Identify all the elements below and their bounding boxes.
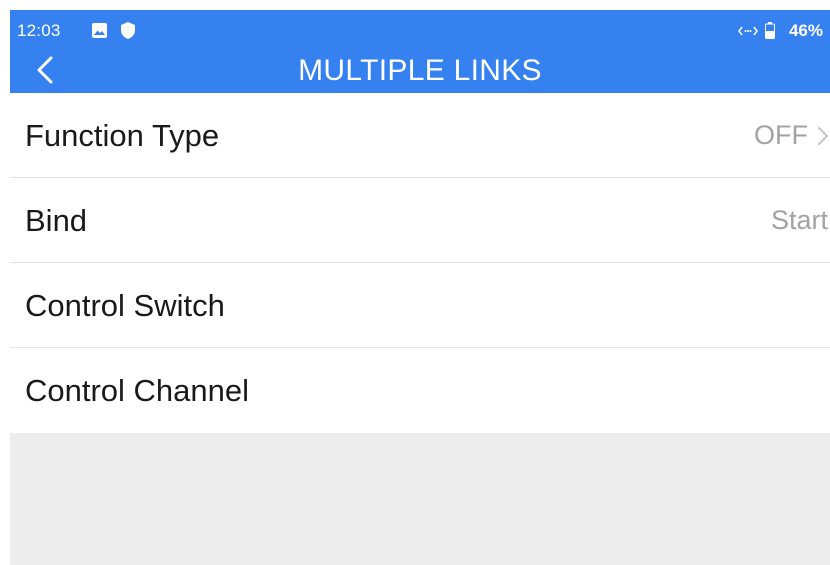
app-header: 12:03 46% MULTIPLE LINKS xyxy=(10,10,830,93)
setting-label: Function Type xyxy=(25,118,220,153)
status-time: 12:03 xyxy=(17,21,61,40)
shield-icon xyxy=(121,22,135,39)
setting-label: Control Channel xyxy=(25,373,250,408)
multiple-links-screen: 12:03 46% MULTIPLE LINKS Function Type O… xyxy=(10,10,830,565)
settings-list: Function Type OFF Bind Start Control Swi… xyxy=(10,93,830,432)
empty-area xyxy=(10,433,830,565)
setting-value[interactable]: Start xyxy=(771,178,828,263)
page-title: MULTIPLE LINKS xyxy=(298,54,542,87)
chevron-right-icon xyxy=(818,127,828,145)
status-bar: 12:03 46% xyxy=(10,10,830,50)
signal-icon xyxy=(738,26,758,36)
setting-row-bind[interactable]: Bind Start xyxy=(10,178,830,263)
setting-value: OFF xyxy=(754,120,808,150)
setting-label: Bind xyxy=(25,203,88,238)
battery-icon xyxy=(765,22,775,39)
gallery-icon xyxy=(92,23,107,38)
setting-row-control-channel[interactable]: Control Channel xyxy=(10,348,830,432)
battery-percent: 46% xyxy=(788,21,823,40)
setting-row-control-switch[interactable]: Control Switch xyxy=(10,263,830,348)
setting-label: Control Switch xyxy=(25,288,225,323)
setting-row-function-type[interactable]: Function Type OFF xyxy=(10,93,830,178)
